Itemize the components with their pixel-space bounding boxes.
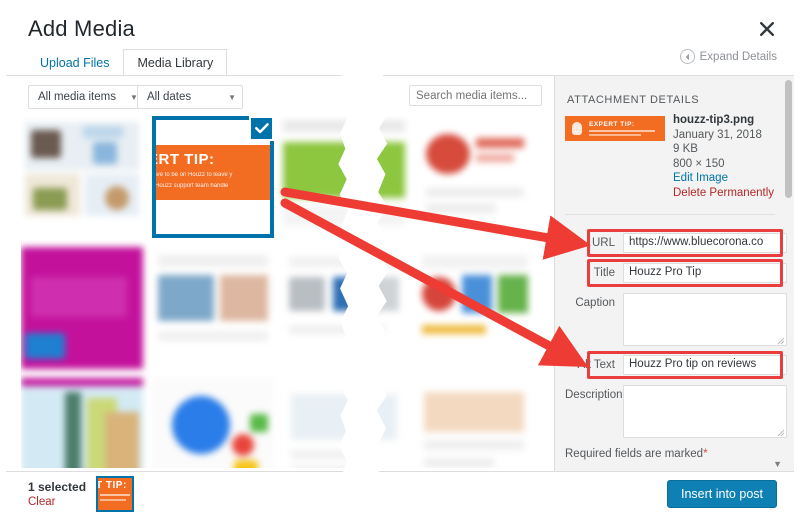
field-alt-text-row: Alt Text Houzz Pro tip on reviews (565, 355, 787, 375)
page-title: Add Media (28, 16, 135, 41)
chevron-down-icon[interactable]: ▼ (773, 459, 782, 469)
required-star: * (703, 448, 708, 460)
modal-header: Add Media Expand Details Upload Files Me… (6, 4, 349, 77)
modal-tabs: Upload Files Media Library (26, 48, 228, 77)
torn-sheet-left: Add Media Expand Details Upload Files Me… (6, 4, 349, 512)
field-title-label: Title (593, 267, 615, 279)
list-item[interactable] (283, 247, 349, 369)
selected-thumb-banner-line1: have to be on Houzz to leave y (156, 172, 233, 178)
list-item[interactable] (283, 116, 349, 238)
list-item[interactable] (414, 378, 536, 468)
field-caption-label: Caption (575, 297, 615, 309)
media-thumbnail-grid: ERT TIP: have to be on Houzz to leave y … (21, 116, 349, 468)
selected-mini-thumbnail[interactable]: T TIP: (96, 476, 134, 512)
media-browser-right: All media items ▼ All dates ▼ (376, 76, 554, 471)
media-thumbnail-grid-right: ERT TIP: have to be on Houzz to leave y … (376, 116, 541, 468)
selected-thumb-banner-title: ERT TIP: (156, 151, 215, 168)
filter-media-type-select[interactable]: All media items ▼ (28, 85, 141, 109)
list-item[interactable] (152, 247, 274, 369)
media-toolbar-right: All media items ▼ All dates ▼ (377, 76, 554, 114)
media-modal-right-copy: Add Media Expand Details Upload Files Me… (376, 4, 794, 512)
delete-permanently-link[interactable]: Delete Permanently (673, 186, 793, 201)
field-caption-row: Caption (565, 293, 787, 346)
clear-selection-link[interactable]: Clear (28, 496, 55, 508)
list-item[interactable] (152, 378, 274, 468)
field-url-row: URL https://www.bluecorona.co (565, 233, 787, 253)
expand-details-button[interactable]: Expand Details (679, 49, 777, 64)
media-browser: All media items ▼ All dates ▼ RT TIP: ha… (6, 76, 349, 471)
list-item-selected[interactable]: ERT TIP: have to be on Houzz to leave y … (152, 116, 274, 238)
list-item[interactable] (21, 378, 143, 468)
attachment-details-panel-right: ATTACHMENT DETAILS EXPERT TIP: houzz-tip… (554, 76, 794, 471)
mini-thumb-label: T TIP: (96, 480, 127, 491)
alt-text-input[interactable]: Houzz Pro tip on reviews (623, 355, 787, 375)
list-item[interactable] (376, 116, 405, 238)
list-item[interactable] (21, 247, 143, 369)
edit-image-link[interactable]: Edit Image (673, 171, 793, 186)
search-input[interactable] (409, 85, 542, 106)
screenshot-root: Add Media Expand Details Upload Files Me… (0, 0, 800, 521)
divider (565, 214, 775, 215)
attachment-filesize: 9 KB (673, 143, 698, 156)
list-item[interactable] (414, 116, 536, 238)
list-item[interactable] (283, 378, 349, 468)
list-item[interactable] (376, 247, 405, 369)
required-fields-text: Required fields are marked (565, 448, 704, 460)
attachment-dimensions: 800 × 150 (673, 157, 725, 170)
tab-media-library[interactable]: Media Library (123, 49, 228, 77)
insert-into-post-button[interactable]: Insert into post (667, 480, 777, 508)
media-modal-left-copy: Add Media Expand Details Upload Files Me… (6, 4, 349, 512)
modal-header-right: Add Media Expand Details Upload Files Me… (376, 4, 794, 76)
field-title-row: Title Houzz Pro Tip (565, 263, 787, 283)
close-icon[interactable] (758, 20, 776, 38)
url-input[interactable]: https://www.bluecorona.co (623, 233, 787, 253)
attachment-thumbnail-title: EXPERT TIP: (589, 121, 635, 128)
required-fields-note: Required fields are marked* (565, 448, 708, 460)
list-item[interactable] (376, 378, 405, 468)
lightbulb-icon (572, 122, 582, 135)
attachment-date: January 31, 2018 (673, 128, 762, 141)
field-description-label: Description (565, 389, 623, 401)
field-url-label: URL (591, 237, 615, 249)
attachment-filename: houzz-tip3.png (673, 114, 755, 126)
torn-sheet-right: Add Media Expand Details Upload Files Me… (376, 4, 794, 512)
checkmark-icon[interactable] (249, 116, 274, 141)
modal-footer-right: 1 selected Clear T TIP: Insert into post (376, 471, 794, 512)
filter-date-select[interactable]: All dates ▼ (137, 85, 243, 109)
description-textarea[interactable] (623, 385, 787, 438)
list-item[interactable] (21, 116, 143, 238)
list-item[interactable] (414, 247, 536, 369)
selected-count-label: 1 selected (28, 480, 87, 494)
field-description-row: Description (565, 385, 787, 438)
filter-media-type-value: All media items (38, 91, 116, 103)
field-alt-text-label: Alt Text (577, 359, 616, 371)
modal-footer: 1 selected Clear T TIP: Insert into post (6, 471, 349, 512)
title-input[interactable]: Houzz Pro Tip (623, 263, 787, 283)
attachment-details-heading: ATTACHMENT DETAILS (567, 94, 700, 106)
attachment-metadata: houzz-tip3.png January 31, 2018 9 KB 800… (673, 113, 793, 201)
expand-details-label: Expand Details (699, 50, 777, 63)
filter-date-value: All dates (147, 91, 192, 103)
attachment-thumbnail[interactable]: EXPERT TIP: (565, 116, 665, 141)
selected-thumb-banner-line2: e Houzz support team handle (156, 183, 229, 189)
caption-textarea[interactable] (623, 293, 787, 346)
tab-upload-files[interactable]: Upload Files (26, 49, 123, 77)
circle-left-arrow-icon (679, 49, 695, 64)
media-toolbar: All media items ▼ All dates ▼ (6, 76, 348, 114)
chevron-down-icon: ▼ (228, 92, 236, 102)
